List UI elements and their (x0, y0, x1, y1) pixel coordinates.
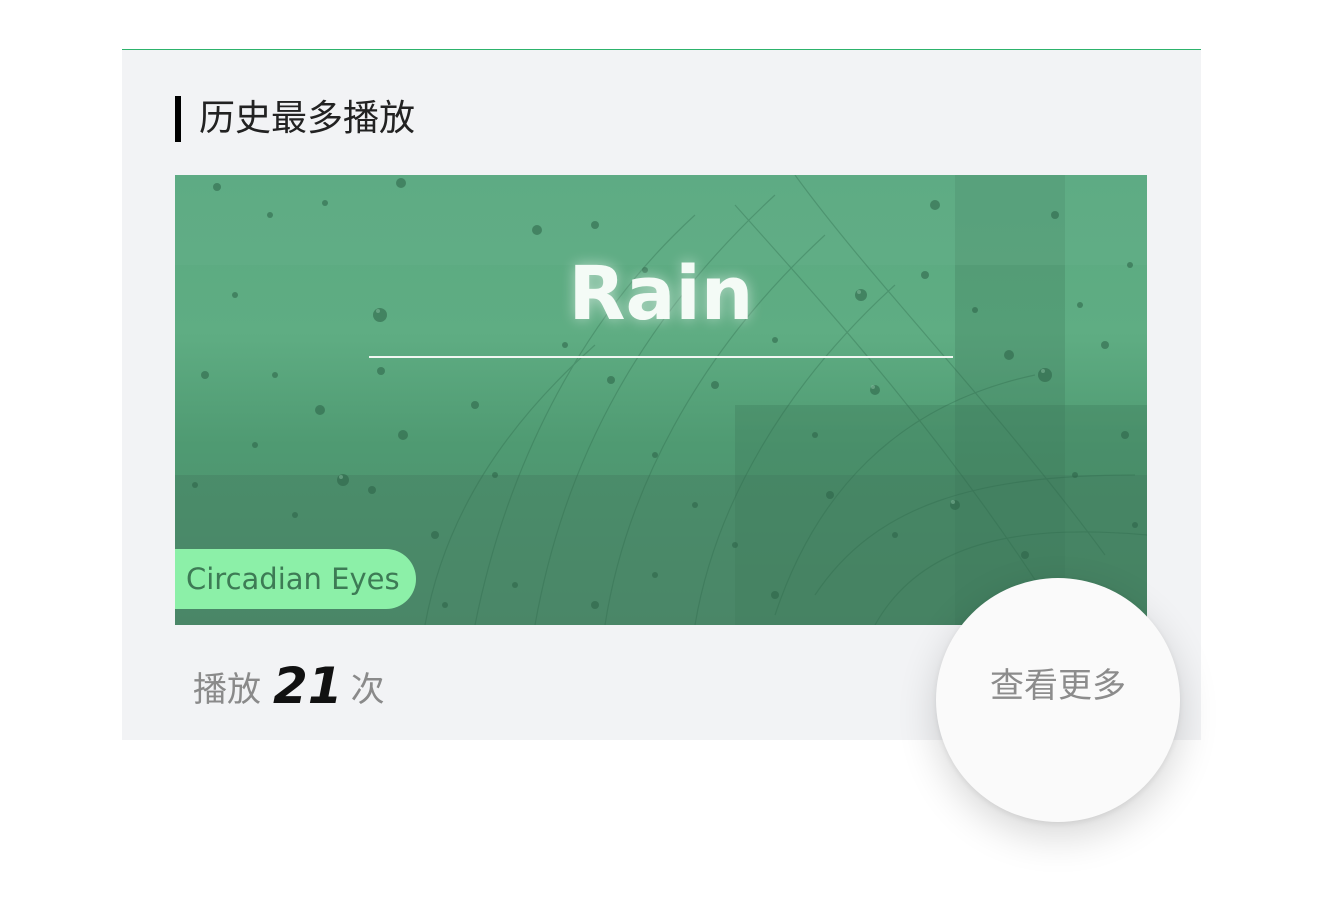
page: 历史最多播放 Rain Circadian Eyes 播放 21 次 查看更多 (0, 0, 1319, 913)
section-title: 历史最多播放 (199, 98, 416, 139)
view-more-button[interactable]: 查看更多 (936, 578, 1180, 822)
artist-tag[interactable]: Circadian Eyes (175, 549, 416, 609)
section-title-bar (175, 96, 181, 142)
play-count: 播放 21 次 (193, 656, 385, 716)
play-count-number: 21 (273, 657, 343, 715)
play-count-prefix: 播放 (193, 670, 261, 710)
cover-image[interactable]: Rain Circadian Eyes (175, 175, 1147, 625)
view-more-label: 查看更多 (990, 666, 1126, 706)
cover-title-underline (369, 356, 953, 358)
play-count-suffix: 次 (350, 670, 385, 710)
cover-title: Rain (568, 251, 754, 337)
